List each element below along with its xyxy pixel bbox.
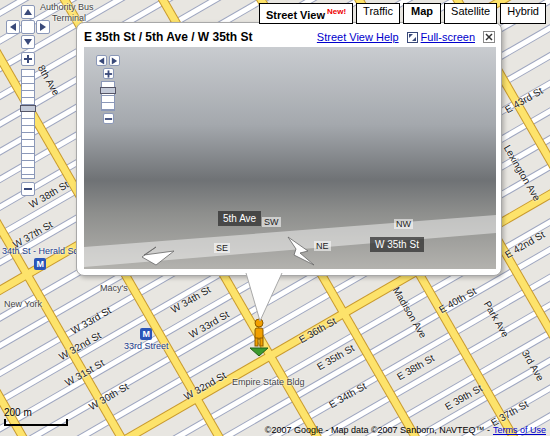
map-label: Empire State Bldg (232, 376, 305, 388)
station-name: 34th St - Herald Sq (2, 246, 79, 257)
map-label: Macy's (100, 282, 128, 294)
fullscreen-link[interactable]: Full-screen (407, 31, 475, 43)
arrow-up-icon (23, 7, 33, 17)
zoom-out-button[interactable] (21, 182, 35, 196)
fullscreen-icon (407, 32, 418, 43)
scale-line (4, 419, 68, 426)
map-type-button[interactable]: Map (403, 3, 441, 24)
fullscreen-text[interactable]: Full-screen (421, 31, 475, 43)
map-label: New York (4, 298, 42, 310)
pan-control (6, 5, 50, 49)
scale-bar: 200 m (4, 407, 68, 426)
arrow-left-icon (97, 56, 106, 66)
map-type-button[interactable]: Street ViewNew! (259, 3, 353, 24)
road-label[interactable]: 5th Ave (218, 211, 261, 226)
zoom-in-button[interactable] (21, 52, 35, 66)
direction-label[interactable]: SE (214, 243, 230, 253)
close-icon[interactable] (483, 31, 495, 43)
plus-icon (23, 54, 33, 64)
map-type-button[interactable]: Hybrid (500, 3, 546, 24)
station-name: 33rd Street (124, 341, 169, 352)
pan-up-button[interactable] (21, 5, 35, 19)
pan-right-button[interactable] (36, 20, 50, 34)
station-marker[interactable]: 34th St - Herald SqM (2, 246, 79, 270)
minus-icon (104, 114, 113, 124)
station-marker[interactable]: M33rd Street (124, 328, 169, 352)
direction-label[interactable]: SW (262, 217, 281, 227)
map-controls (6, 5, 50, 196)
help-link[interactable]: Street View Help (317, 31, 399, 43)
arrow-right-icon (38, 22, 48, 32)
street-view-controls (96, 55, 120, 124)
copyright: ©2007 Google - Map data ©2007 Sanborn, N… (265, 425, 546, 435)
sv-zoom-in-button[interactable] (103, 68, 114, 79)
direction-label[interactable]: NW (394, 219, 413, 229)
sv-rotate-left-button[interactable] (96, 55, 107, 66)
pan-center-button[interactable] (21, 20, 35, 34)
street-view-photo[interactable]: 5th Ave W 35th St SE NE SW NW (84, 47, 496, 269)
metro-badge: M (34, 258, 46, 270)
bubble-title: E 35th St / 5th Ave / W 35th St (84, 30, 309, 44)
terms-link[interactable]: Terms of Use (493, 425, 546, 435)
map-type-button[interactable]: Traffic (356, 3, 400, 24)
zoom-slider[interactable] (21, 69, 35, 179)
pan-down-button[interactable] (21, 35, 35, 49)
map-label: Authority Bus (40, 1, 94, 13)
sv-rotate-right-button[interactable] (109, 55, 120, 66)
direction-label[interactable]: NE (314, 241, 331, 251)
map-type-bar: Street ViewNew!TrafficMapSatelliteHybrid (259, 3, 546, 24)
new-badge: New! (327, 7, 346, 16)
map-page: Authority BusTerminal8th AveW 38th StW 3… (0, 0, 550, 436)
direction-arrows-icon (84, 47, 496, 269)
bubble-tail (238, 273, 288, 323)
sv-zoom-slider[interactable] (101, 81, 115, 111)
arrow-left-icon (8, 22, 18, 32)
scale-text: 200 m (4, 407, 68, 418)
minus-icon (23, 184, 33, 194)
arrow-down-icon (23, 37, 33, 47)
road-label[interactable]: W 35th St (370, 237, 424, 252)
bubble-header: E 35th St / 5th Ave / W 35th St Street Vi… (84, 27, 495, 47)
zoom-knob[interactable] (20, 105, 36, 112)
pegman-icon[interactable] (248, 318, 270, 356)
sv-zoom-knob[interactable] (100, 87, 116, 94)
plus-icon (104, 69, 113, 79)
sv-zoom-out-button[interactable] (103, 113, 114, 124)
metro-badge: M (140, 328, 152, 340)
pan-left-button[interactable] (6, 20, 20, 34)
arrow-right-icon (110, 56, 119, 66)
map-type-button[interactable]: Satellite (444, 3, 497, 24)
street-view-bubble: E 35th St / 5th Ave / W 35th St Street Vi… (76, 22, 502, 276)
